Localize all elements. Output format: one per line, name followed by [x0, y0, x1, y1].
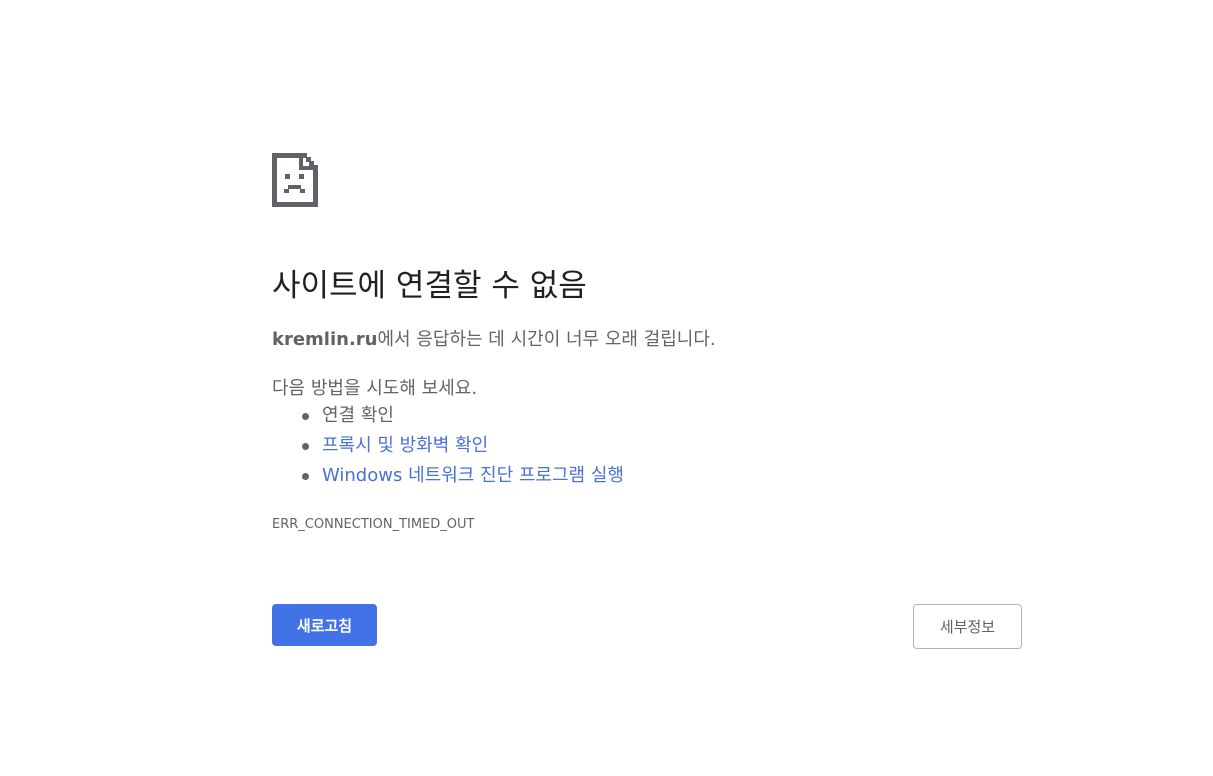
error-summary-text: 에서 응답하는 데 시간이 너무 오래 걸립니다. — [377, 329, 716, 350]
suggestion-item-check-proxy-firewall: 프록시 및 방화벽 확인 — [272, 431, 624, 461]
page-title: 사이트에 연결할 수 없음 — [272, 268, 587, 304]
bullet-icon — [302, 473, 309, 480]
host-name: kremlin.ru — [272, 329, 378, 350]
suggestions-list: 연결 확인 프록시 및 방화벽 확인 Windows 네트워크 진단 프로그램 … — [272, 401, 624, 491]
bullet-icon — [302, 413, 309, 420]
error-page: 사이트에 연결할 수 없음 kremlin.ru에서 응답하는 데 시간이 너무… — [0, 0, 1213, 776]
suggestions-heading: 다음 방법을 시도해 보세요. — [272, 378, 478, 399]
suggestion-item-run-diagnostics: Windows 네트워크 진단 프로그램 실행 — [272, 461, 624, 491]
reload-button[interactable]: 새로고침 — [272, 604, 377, 646]
bullet-icon — [302, 443, 309, 450]
sad-page-icon — [272, 153, 318, 207]
details-button[interactable]: 세부정보 — [913, 604, 1022, 649]
error-summary: kremlin.ru에서 응답하는 데 시간이 너무 오래 걸립니다. — [272, 325, 716, 351]
check-proxy-firewall-link[interactable]: 프록시 및 방화벽 확인 — [322, 435, 488, 456]
suggestion-label: 연결 확인 — [322, 405, 394, 426]
suggestion-item-check-connection: 연결 확인 — [272, 401, 624, 431]
error-code: ERR_CONNECTION_TIMED_OUT — [272, 517, 475, 532]
run-network-diagnostics-link[interactable]: Windows 네트워크 진단 프로그램 실행 — [322, 465, 624, 486]
